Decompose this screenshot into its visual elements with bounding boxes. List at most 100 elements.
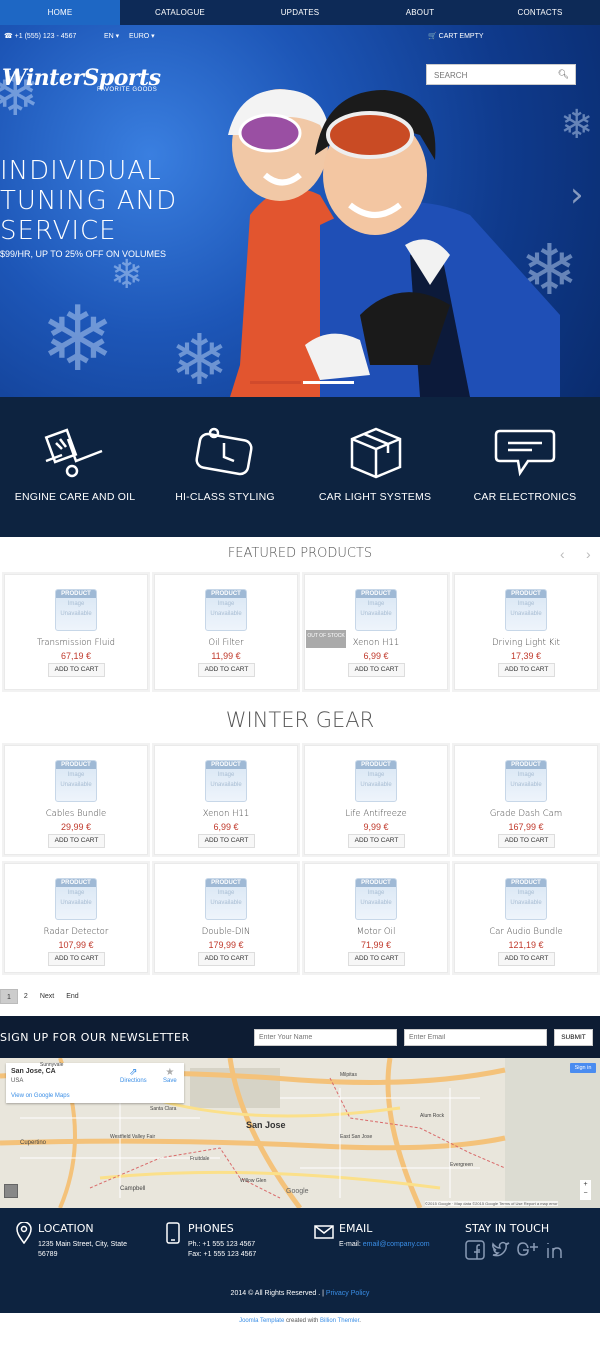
product-card[interactable]: PRODUCT Image Unavailable OUT OF STOCK Xen… — [304, 574, 448, 690]
street-view-pegman-icon[interactable] — [4, 1184, 18, 1198]
product-image[interactable]: PRODUCT Image Unavailable — [205, 760, 247, 802]
product-card[interactable]: PRODUCT Image Unavailable Transmission Flu… — [4, 574, 148, 690]
slider-dot-1[interactable] — [250, 381, 301, 384]
search-icon[interactable]: 🔍︎ — [558, 69, 569, 80]
product-name[interactable]: Xenon H11 — [155, 809, 297, 819]
product-card[interactable]: PRODUCT Image Unavailable Oil Filter 11,99… — [154, 574, 298, 690]
page-next[interactable]: Next — [34, 989, 60, 1004]
linkedin-icon[interactable] — [545, 1240, 565, 1260]
nav-home[interactable]: HOME — [0, 0, 120, 25]
add-to-cart-button[interactable]: ADD TO CART — [498, 663, 555, 677]
search-input[interactable] — [427, 66, 555, 85]
product-image[interactable]: PRODUCT Image Unavailable — [55, 760, 97, 802]
product-card[interactable]: PRODUCT Image Unavailable Radar Detector 1… — [4, 863, 148, 973]
product-image[interactable]: PRODUCT Image Unavailable — [355, 878, 397, 920]
nav-updates[interactable]: UPDATES — [240, 0, 360, 25]
product-name[interactable]: Transmission Fluid — [5, 638, 147, 648]
product-card[interactable]: PRODUCT Image Unavailable Life Antifreeze … — [304, 745, 448, 855]
product-image[interactable]: PRODUCT Image Unavailable — [205, 589, 247, 631]
map-save-button[interactable]: ★ Save — [163, 1067, 177, 1084]
add-to-cart-button[interactable]: ADD TO CART — [498, 952, 555, 966]
currency-select[interactable]: EURO ▾ — [129, 32, 155, 40]
product-card[interactable]: PRODUCT Image Unavailable Driving Light Ki… — [454, 574, 598, 690]
google-plus-icon[interactable] — [517, 1240, 539, 1260]
page-2[interactable]: 2 — [18, 989, 34, 1004]
add-to-cart-button[interactable]: ADD TO CART — [348, 952, 405, 966]
product-image[interactable]: PRODUCT Image Unavailable — [505, 760, 547, 802]
cart-icon: 🛒 — [428, 33, 437, 40]
footer-social: STAY IN TOUCH — [465, 1222, 595, 1260]
product-name[interactable]: Motor Oil — [305, 927, 447, 937]
chat-icon — [494, 429, 556, 477]
nav-contacts[interactable]: CONTACTS — [480, 0, 600, 25]
product-image[interactable]: PRODUCT Image Unavailable — [205, 878, 247, 920]
product-card[interactable]: PRODUCT Image Unavailable Motor Oil 71,99 … — [304, 863, 448, 973]
zoom-in-button[interactable]: + — [580, 1180, 591, 1189]
product-card[interactable]: PRODUCT Image Unavailable Grade Dash Cam 1… — [454, 745, 598, 855]
footer-email-link[interactable]: email@company.com — [363, 1241, 430, 1248]
feature-light-systems[interactable]: CAR LIGHT SYSTEMS — [300, 397, 450, 537]
footer-fax: Fax: +1 555 123 4567 — [188, 1251, 257, 1258]
view-on-google-maps-link[interactable]: View on Google Maps — [11, 1093, 70, 1099]
add-to-cart-button[interactable]: ADD TO CART — [198, 663, 255, 677]
product-card[interactable]: PRODUCT Image Unavailable Car Audio Bundle… — [454, 863, 598, 973]
star-icon: ★ — [165, 1067, 175, 1078]
nav-about[interactable]: ABOUT — [360, 0, 480, 25]
product-name[interactable]: Car Audio Bundle — [455, 927, 597, 937]
product-name[interactable]: Life Antifreeze — [305, 809, 447, 819]
product-name[interactable]: Grade Dash Cam — [455, 809, 597, 819]
add-to-cart-button[interactable]: ADD TO CART — [48, 952, 105, 966]
page-1[interactable]: 1 — [0, 989, 18, 1004]
facebook-icon[interactable] — [465, 1240, 485, 1260]
product-name[interactable]: Cables Bundle — [5, 809, 147, 819]
product-name[interactable]: Radar Detector — [5, 927, 147, 937]
add-to-cart-button[interactable]: ADD TO CART — [198, 834, 255, 848]
footer-address-line1: 1235 Main Street, City, State — [38, 1241, 127, 1248]
billion-themler-link[interactable]: Billion Themler — [320, 1318, 359, 1324]
add-to-cart-button[interactable]: ADD TO CART — [48, 834, 105, 848]
add-to-cart-button[interactable]: ADD TO CART — [198, 952, 255, 966]
product-image[interactable]: PRODUCT Image Unavailable — [355, 589, 397, 631]
add-to-cart-button[interactable]: ADD TO CART — [348, 663, 405, 677]
twitter-icon[interactable] — [491, 1240, 511, 1260]
product-image[interactable]: PRODUCT Image Unavailable — [505, 878, 547, 920]
google-map[interactable]: San Jose, CA USA View on Google Maps ⇗ Di… — [0, 1058, 600, 1208]
newsletter-submit-button[interactable]: SUBMIT — [554, 1029, 593, 1046]
map-label-cupertino: Cupertino — [20, 1140, 47, 1146]
feature-electronics[interactable]: CAR ELECTRONICS — [450, 397, 600, 537]
product-image[interactable]: PRODUCT Image Unavailable — [55, 589, 97, 631]
map-label-campbell: Campbell — [120, 1186, 146, 1192]
carousel-prev-icon[interactable]: ‹ — [560, 546, 565, 562]
site-logo[interactable]: WinterSports FAVORITE GOODS — [2, 65, 161, 93]
nav-catalogue[interactable]: CATALOGUE — [120, 0, 240, 25]
slider-dot-2[interactable] — [303, 381, 354, 384]
product-card[interactable]: PRODUCT Image Unavailable Cables Bundle 29… — [4, 745, 148, 855]
map-sign-in-button[interactable]: Sign in — [570, 1063, 596, 1073]
add-to-cart-button[interactable]: ADD TO CART — [498, 834, 555, 848]
feature-engine-care[interactable]: ENGINE CARE AND OIL — [0, 397, 150, 537]
privacy-policy-link[interactable]: Privacy Policy — [326, 1290, 370, 1297]
joomla-template-link[interactable]: Joomla Template — [239, 1318, 284, 1324]
product-image[interactable]: PRODUCT Image Unavailable — [55, 878, 97, 920]
carousel-next-icon[interactable]: › — [586, 546, 591, 562]
product-name[interactable]: Double-DIN — [155, 927, 297, 937]
product-name[interactable]: Oil Filter — [155, 638, 297, 648]
product-name[interactable]: Driving Light Kit — [455, 638, 597, 648]
newsletter-email-input[interactable] — [404, 1029, 547, 1046]
zoom-out-button[interactable]: − — [580, 1189, 591, 1198]
envelope-icon — [314, 1225, 334, 1239]
product-card[interactable]: PRODUCT Image Unavailable Double-DIN 179,9… — [154, 863, 298, 973]
product-name[interactable]: Xenon H11 — [305, 638, 447, 648]
product-card[interactable]: PRODUCT Image Unavailable Xenon H11 6,99 €… — [154, 745, 298, 855]
cart-link[interactable]: 🛒 CART EMPTY — [428, 32, 484, 40]
page-end[interactable]: End — [60, 989, 84, 1004]
feature-hi-class[interactable]: HI-CLASS STYLING — [150, 397, 300, 537]
add-to-cart-button[interactable]: ADD TO CART — [48, 663, 105, 677]
language-select[interactable]: EN ▾ — [104, 32, 119, 40]
slider-next-icon[interactable]: › — [570, 175, 584, 215]
map-directions-button[interactable]: ⇗ Directions — [120, 1067, 147, 1084]
add-to-cart-button[interactable]: ADD TO CART — [348, 834, 405, 848]
product-image[interactable]: PRODUCT Image Unavailable — [505, 589, 547, 631]
newsletter-name-input[interactable] — [254, 1029, 397, 1046]
product-image[interactable]: PRODUCT Image Unavailable — [355, 760, 397, 802]
